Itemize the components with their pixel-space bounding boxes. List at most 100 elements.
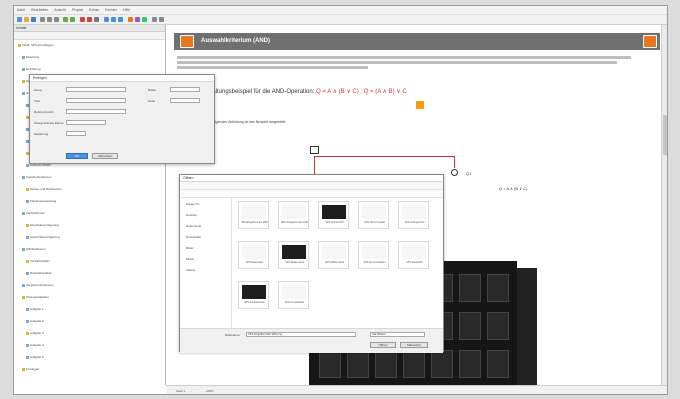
- tree-item[interactable]: Inhalt: SPS-Grundlagen: [18, 43, 54, 47]
- nav-item[interactable]: Dieser PC: [186, 202, 200, 206]
- tree-item[interactable]: Ausschaltverzögerung: [26, 235, 60, 239]
- tree-item[interactable]: Einführung: [22, 67, 41, 71]
- tree-item[interactable]: Flankenauswertung: [26, 199, 56, 203]
- height-field[interactable]: [170, 98, 200, 103]
- wire: [454, 156, 455, 168]
- menu-item[interactable]: Extras: [89, 8, 99, 12]
- tree-item[interactable]: Einleitung: [22, 55, 39, 59]
- parent-field[interactable]: [66, 120, 106, 125]
- width-field[interactable]: [170, 87, 200, 92]
- undo-icon[interactable]: [63, 17, 68, 22]
- file-thumbnail[interactable]: SPS-CPU Kompakt: [358, 201, 389, 229]
- menu-item[interactable]: Fenster: [105, 8, 117, 12]
- open-button[interactable]: Öffnen: [370, 342, 396, 348]
- navigation-pane: Dieser PC Desktop Dokumente Downloads Bilder…: [180, 198, 232, 328]
- title-field[interactable]: [66, 98, 126, 103]
- tree-item[interactable]: Vorwärtszähler: [26, 259, 50, 263]
- filename-field[interactable]: SPS-Eingabemodul 16DI.png: [246, 332, 356, 337]
- file-thumbnail[interactable]: SPS-Ausgabemodul 16DO: [278, 201, 309, 229]
- formula-line: Schaltungsbeispiel für die AND-Operation…: [202, 88, 407, 95]
- menu-item[interactable]: Ansicht: [54, 8, 65, 12]
- tree-item[interactable]: Zählfunktionen: [22, 247, 46, 251]
- nav-item[interactable]: Videos: [186, 268, 195, 272]
- tree-item[interactable]: Setzen und Rücksetzen: [26, 187, 62, 191]
- page-icon: [22, 283, 25, 287]
- copy-icon[interactable]: [47, 17, 52, 22]
- tree-item[interactable]: Aufgabe 5: [26, 355, 44, 359]
- nav-item[interactable]: Musik: [186, 257, 194, 261]
- reference-field[interactable]: [66, 109, 126, 114]
- menu-item[interactable]: Hilfe: [123, 8, 130, 12]
- tree-item[interactable]: Vergleichsfunktionen: [22, 283, 54, 287]
- topic-title: Auswahlkriterium (AND): [201, 38, 271, 44]
- info-icon[interactable]: [416, 101, 424, 109]
- thumbnail-image: [282, 205, 306, 219]
- tree-item[interactable]: Lösungen: [22, 367, 39, 371]
- nav-item[interactable]: Desktop: [186, 213, 197, 217]
- align-center-icon[interactable]: [111, 17, 116, 22]
- thumbnail-image: [322, 205, 346, 219]
- save-icon[interactable]: [31, 17, 36, 22]
- menu-item[interactable]: Projekt: [72, 8, 83, 12]
- settings-icon[interactable]: [152, 17, 157, 22]
- file-thumbnail[interactable]: SPS-Relaismodul: [278, 241, 309, 269]
- bold-icon[interactable]: [80, 17, 85, 22]
- menu-item[interactable]: Datei: [17, 8, 25, 12]
- thumbnail-image: [242, 245, 266, 259]
- tree-item[interactable]: Speicherfunktionen: [22, 175, 52, 179]
- tree-item-label: Setzen und Rücksetzen: [30, 187, 62, 191]
- ok-button[interactable]: OK: [66, 153, 88, 159]
- nav-item[interactable]: Downloads: [186, 235, 201, 239]
- cancel-button[interactable]: Abbrechen: [92, 153, 118, 159]
- vertical-scrollbar[interactable]: [661, 25, 667, 385]
- new-icon[interactable]: [17, 17, 22, 22]
- align-right-icon[interactable]: [118, 17, 123, 22]
- tree-item[interactable]: Übungsaufgaben: [22, 295, 49, 299]
- tree-item[interactable]: Aufgabe 3: [26, 331, 44, 335]
- field-label: Höhe: [148, 99, 156, 103]
- file-thumbnail[interactable]: SPS-Eingabemodul 16DI: [238, 201, 269, 229]
- page-icon: [26, 331, 29, 335]
- filetype-select[interactable]: Alle Dateien: [370, 332, 425, 337]
- file-thumbnail[interactable]: SPS-Netzteil 24V: [318, 201, 349, 229]
- align-left-icon[interactable]: [104, 17, 109, 22]
- help-icon[interactable]: [159, 17, 164, 22]
- table-icon[interactable]: [135, 17, 140, 22]
- file-thumbnail[interactable]: SPS-Zählermodul: [318, 241, 349, 269]
- tree-item[interactable]: Einschaltverzögerung: [26, 223, 59, 227]
- tree-item[interactable]: Rückwärtszähler: [26, 271, 52, 275]
- tree-item[interactable]: Aufgabe 1: [26, 307, 44, 311]
- italic-icon[interactable]: [87, 17, 92, 22]
- scroll-thumb[interactable]: [663, 115, 667, 155]
- scale-field[interactable]: [66, 131, 86, 136]
- nav-item[interactable]: Bilder: [186, 246, 194, 250]
- tree-item[interactable]: Aufgabe 4: [26, 343, 44, 347]
- thumbnail-caption: SPS-Buskoppler: [245, 261, 264, 264]
- underline-icon[interactable]: [94, 17, 99, 22]
- tree-item[interactable]: Zeitfunktionen: [22, 211, 45, 215]
- thumbnail-caption: SPS-Netzteil 24V: [325, 221, 344, 224]
- nav-item[interactable]: Dokumente: [186, 224, 201, 228]
- topic-banner: Auswahlkriterium (AND): [174, 33, 660, 50]
- cut-icon[interactable]: [40, 17, 45, 22]
- link-icon[interactable]: [142, 17, 147, 22]
- file-thumbnail[interactable]: SPS-Schaltschrank: [238, 281, 269, 309]
- tree-item-label: Zeitfunktionen: [26, 211, 45, 215]
- menu-item[interactable]: Bearbeiten: [31, 8, 48, 12]
- page-icon: [22, 367, 25, 371]
- file-thumbnail[interactable]: SPS-Buskoppler: [238, 241, 269, 269]
- open-icon[interactable]: [24, 17, 29, 22]
- file-thumbnail[interactable]: SPS-Grundaufbau: [278, 281, 309, 309]
- paste-icon[interactable]: [54, 17, 59, 22]
- tree-item[interactable]: Aufgabe 2: [26, 319, 44, 323]
- name-field[interactable]: [66, 87, 126, 92]
- file-thumbnail[interactable]: SPS-Analogmodul: [398, 201, 429, 229]
- redo-icon[interactable]: [70, 17, 75, 22]
- thumbnail-caption: SPS-CPU Kompakt: [364, 221, 385, 224]
- thumbnail-image: [402, 245, 426, 259]
- cancel-button[interactable]: Abbrechen: [400, 342, 428, 348]
- address-bar[interactable]: [180, 182, 443, 190]
- image-icon[interactable]: [128, 17, 133, 22]
- file-thumbnail[interactable]: SPS-Steckplatz: [398, 241, 429, 269]
- file-thumbnail[interactable]: SPS-Kommunikation: [358, 241, 389, 269]
